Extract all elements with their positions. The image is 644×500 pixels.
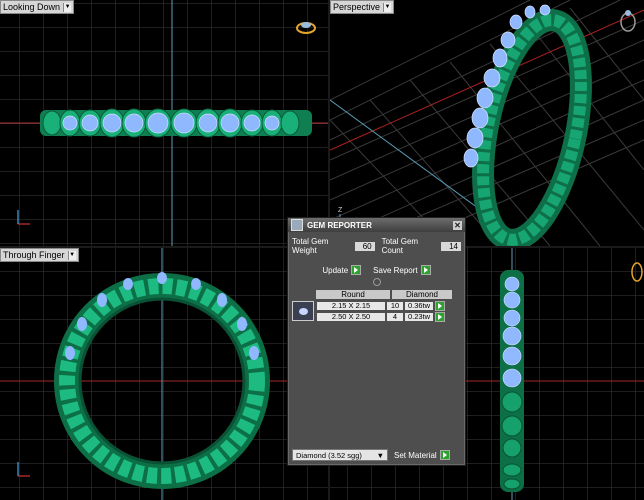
total-weight-label: Total Gem Weight	[292, 237, 329, 255]
gem-size: 2.50 X 2.50	[317, 313, 385, 321]
play-icon	[351, 265, 362, 275]
set-material-button[interactable]: Set Material	[394, 450, 450, 460]
gem-table-row[interactable]: 2.50 X 2.50 4 0.23tw	[317, 312, 445, 322]
axis-z-label: Z	[338, 207, 343, 214]
ring-band-top[interactable]	[40, 108, 312, 138]
panel-separator	[372, 278, 381, 286]
gem-weight: 0.23tw	[405, 313, 433, 321]
viewport-label[interactable]: Perspective ▼	[330, 0, 395, 14]
round-gem-icon	[292, 301, 314, 321]
chevron-down-icon[interactable]: ▼	[383, 2, 392, 12]
set-material-label: Set Material	[394, 450, 437, 460]
gem-size: 2.15 X 2.15	[317, 302, 385, 310]
close-icon[interactable]: ✕	[453, 220, 462, 230]
gem-reporter-titlebar[interactable]: GEM REPORTER ✕	[288, 218, 465, 232]
grid	[0, 248, 328, 500]
material-select[interactable]: Diamond (3.52 sgg) ▼	[292, 449, 388, 461]
gem-table-header: Round Diamond	[316, 290, 461, 299]
gem-reporter-panel[interactable]: GEM REPORTER ✕ Total Gem Weight 60 Total…	[287, 217, 466, 466]
gem-count: 4	[387, 313, 403, 321]
save-report-label: Save Report	[373, 265, 418, 275]
gem-count: 10	[387, 302, 403, 310]
viewport-looking-down[interactable]: Looking Down ▼	[0, 0, 328, 246]
viewport-label[interactable]: Looking Down ▼	[0, 0, 75, 14]
update-label: Update	[322, 265, 349, 275]
gem-table-row[interactable]: 2.15 X 2.15 10 0.36tw	[317, 301, 445, 311]
material-select-value: Diamond (3.52 sgg)	[296, 450, 362, 460]
type-column-header: Diamond	[392, 290, 452, 299]
actions-row: Update Save Report	[288, 263, 465, 277]
totals-row: Total Gem Weight 60 Total Gem Count 14	[288, 235, 465, 257]
gem-table: Round Diamond 2.15 X 2.15 10 0.36tw 2.50…	[292, 290, 461, 322]
ring-band-perspective[interactable]	[463, 4, 598, 246]
play-icon	[439, 450, 450, 460]
gem-icon	[291, 219, 303, 231]
total-count-label: Total Gem Count	[381, 237, 419, 255]
gem-reporter-title: GEM REPORTER	[307, 220, 372, 230]
chevron-down-icon[interactable]: ▼	[67, 250, 76, 260]
chevron-down-icon[interactable]: ▼	[63, 2, 72, 12]
total-count-value: 14	[441, 241, 461, 251]
grid	[0, 0, 328, 246]
total-weight-value: 60	[354, 241, 375, 251]
viewport-perspective[interactable]: Perspective ▼ Z	[330, 0, 644, 246]
perspective-grid: Z	[330, 0, 644, 246]
ring-thumbnail-icon[interactable]	[620, 10, 636, 32]
play-icon[interactable]	[435, 301, 445, 311]
material-row: Diamond (3.52 sgg) ▼ Set Material	[292, 449, 461, 461]
play-icon	[420, 265, 431, 275]
viewport-label[interactable]: Through Finger ▼	[0, 248, 79, 262]
play-icon[interactable]	[435, 312, 445, 322]
viewport-through-finger[interactable]: Through Finger ▼	[0, 248, 328, 500]
save-report-button[interactable]: Save Report	[373, 265, 431, 275]
viewport-label-text: Perspective	[333, 2, 381, 12]
viewport-label-text: Through Finger	[3, 250, 65, 260]
viewport-label-text: Looking Down	[3, 2, 61, 12]
shape-column-header: Round	[316, 290, 390, 299]
ring-band-edge[interactable]	[500, 270, 524, 492]
update-button[interactable]: Update	[322, 265, 362, 275]
gem-weight: 0.36tw	[405, 302, 433, 310]
chevron-down-icon: ▼	[376, 450, 384, 460]
